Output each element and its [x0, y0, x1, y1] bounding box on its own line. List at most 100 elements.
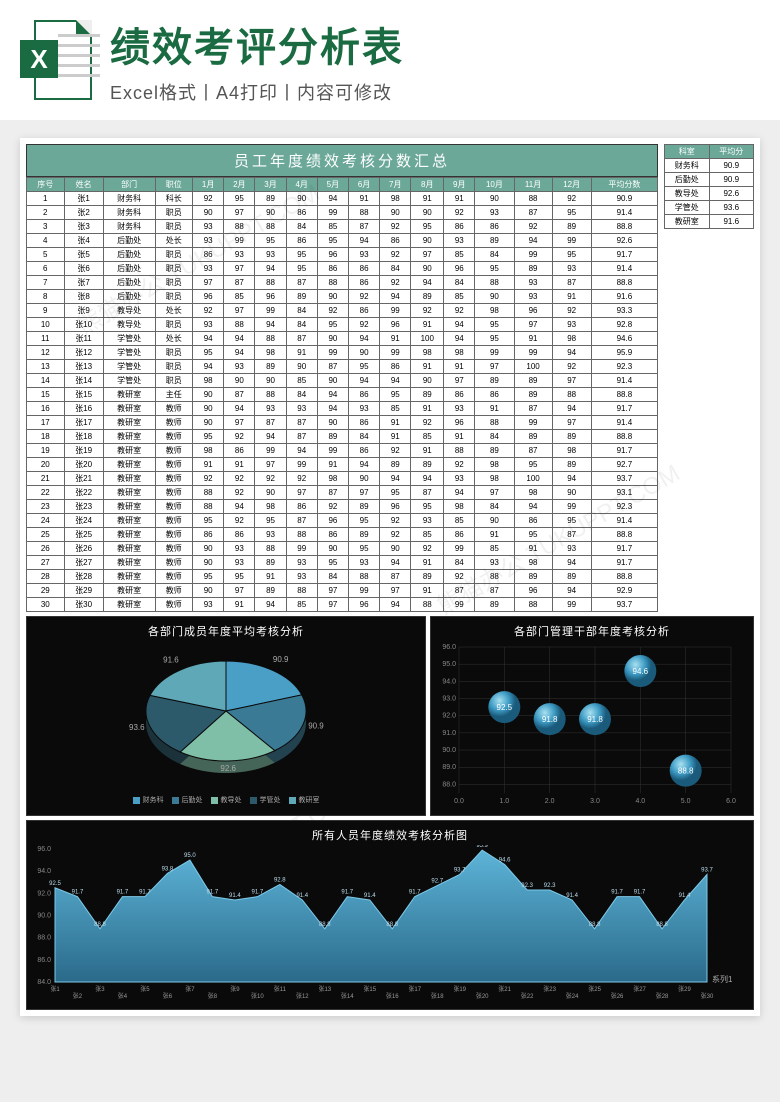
- svg-text:92.0: 92.0: [442, 713, 456, 720]
- table-row: 17张17教研室教师90978787908691929688999791.4: [27, 416, 658, 430]
- table-row: 28张28教研室教师95959193848887899288898988.8: [27, 570, 658, 584]
- table-row: 1张1财务科科长92958990949198919190889290.9: [27, 192, 658, 206]
- svg-text:91.4: 91.4: [364, 893, 376, 899]
- table-header: 姓名: [64, 178, 103, 192]
- table-header: 12月: [552, 178, 591, 192]
- table-header: 平均分数: [591, 178, 657, 192]
- svg-text:4.0: 4.0: [635, 798, 645, 805]
- svg-text:张26: 张26: [611, 992, 624, 1000]
- svg-text:0.0: 0.0: [454, 798, 464, 805]
- svg-text:张9: 张9: [230, 985, 240, 993]
- table-header: 7月: [380, 178, 411, 192]
- table-row: 21张21教研室教师929292929890949493981009493.7: [27, 472, 658, 486]
- table-row: 10张10教导处职员93889484959296919495979392.8: [27, 318, 658, 332]
- table-header: 5月: [317, 178, 348, 192]
- svg-text:张15: 张15: [363, 985, 376, 993]
- table-header: 6月: [348, 178, 379, 192]
- bubble-chart: 各部门管理干部年度考核分析 88.089.090.091.092.093.094…: [430, 616, 754, 816]
- spreadsheet-preview: 员工年度绩效考核分数汇总 序号姓名部门职位1月2月3月4月5月6月7月8月9月1…: [20, 138, 760, 1016]
- svg-text:张18: 张18: [431, 992, 444, 1000]
- svg-text:91.7: 91.7: [117, 890, 129, 896]
- table-row: 22张22教研室教师88929097879795879497989093.1: [27, 486, 658, 500]
- pie-chart-title: 各部门成员年度平均考核分析: [27, 617, 425, 641]
- svg-text:91.7: 91.7: [252, 890, 264, 896]
- excel-x-badge: X: [20, 40, 58, 78]
- table-row: 4张4后勤处处长93999586959486909389949992.6: [27, 234, 658, 248]
- main-data-table: 序号姓名部门职位1月2月3月4月5月6月7月8月9月10月11月12月平均分数 …: [26, 177, 658, 612]
- svg-text:91.7: 91.7: [409, 890, 421, 896]
- summary-table: 科室平均分 财务科90.9后勤处90.9教导处92.6学管处93.6教研室91.…: [664, 144, 754, 229]
- bubble-chart-title: 各部门管理干部年度考核分析: [431, 617, 753, 641]
- bubble-chart-svg: 88.089.090.091.092.093.094.095.096.00.01…: [431, 641, 753, 811]
- svg-text:张4: 张4: [118, 992, 128, 1000]
- svg-text:张25: 张25: [588, 985, 601, 993]
- svg-text:95.0: 95.0: [442, 661, 456, 668]
- svg-text:88.0: 88.0: [37, 935, 51, 942]
- svg-text:96.0: 96.0: [37, 846, 51, 853]
- table-row: 9张9教导处处长92979984928699929298969293.3: [27, 304, 658, 318]
- table-header: 11月: [514, 178, 552, 192]
- table-header: 部门: [103, 178, 155, 192]
- table-row: 8张8后勤处职员96859689909294898590939191.6: [27, 290, 658, 304]
- table-header: 职位: [155, 178, 193, 192]
- svg-text:91.8: 91.8: [587, 715, 603, 724]
- svg-text:张29: 张29: [678, 985, 691, 993]
- table-header: 1月: [193, 178, 224, 192]
- svg-text:92.5: 92.5: [497, 703, 513, 712]
- svg-text:张5: 张5: [140, 985, 150, 993]
- summary-row: 教导处92.6: [665, 187, 754, 201]
- svg-text:95.9: 95.9: [476, 845, 488, 849]
- table-row: 24张24教研室教师95929587969592938590869591.4: [27, 514, 658, 528]
- svg-text:88.8: 88.8: [656, 922, 668, 928]
- svg-text:92.8: 92.8: [274, 877, 286, 883]
- svg-text:92.7: 92.7: [431, 879, 443, 885]
- table-row: 5张5后勤处职员86939395969392978584999591.7: [27, 248, 658, 262]
- table-row: 11张11学管处处长949488879094911009495919894.6: [27, 332, 658, 346]
- table-header: 10月: [475, 178, 514, 192]
- table-title: 员工年度绩效考核分数汇总: [26, 144, 658, 177]
- svg-text:91.8: 91.8: [542, 715, 558, 724]
- pie-chart: 各部门成员年度平均考核分析 90.990.992.693.691.6 财务科后勤…: [26, 616, 426, 816]
- table-row: 20张20教研室教师91919799919489899298958992.7: [27, 458, 658, 472]
- svg-text:张20: 张20: [476, 992, 489, 1000]
- svg-text:张7: 张7: [185, 985, 195, 993]
- svg-text:1.0: 1.0: [499, 798, 509, 805]
- table-row: 29张29教研室教师90978988979997918787969492.9: [27, 584, 658, 598]
- summary-row: 教研室91.6: [665, 215, 754, 229]
- table-row: 25张25教研室教师86869388868992858691958788.8: [27, 528, 658, 542]
- svg-text:张3: 张3: [95, 985, 105, 993]
- svg-text:张2: 张2: [73, 992, 83, 1000]
- svg-text:91.7: 91.7: [207, 890, 219, 896]
- svg-text:94.0: 94.0: [37, 868, 51, 875]
- pie-chart-svg: 90.990.992.693.691.6: [106, 641, 346, 791]
- svg-text:91.4: 91.4: [679, 893, 691, 899]
- svg-text:2.0: 2.0: [545, 798, 555, 805]
- svg-text:84.0: 84.0: [37, 979, 51, 986]
- table-header: 8月: [411, 178, 444, 192]
- svg-text:张24: 张24: [566, 992, 579, 1000]
- svg-text:张22: 张22: [521, 992, 534, 1000]
- page-subtitle: Excel格式丨A4打印丨内容可修改: [110, 79, 760, 105]
- table-row: 23张23教研室教师88949886928996959884949992.3: [27, 500, 658, 514]
- svg-text:92.3: 92.3: [544, 883, 556, 889]
- svg-text:张14: 张14: [341, 992, 354, 1000]
- svg-text:3.0: 3.0: [590, 798, 600, 805]
- svg-text:张6: 张6: [163, 992, 173, 1000]
- table-header: 序号: [27, 178, 65, 192]
- svg-text:92.0: 92.0: [37, 890, 51, 897]
- svg-text:88.8: 88.8: [386, 922, 398, 928]
- summary-header: 科室: [665, 145, 710, 159]
- area-chart-svg: 84.086.088.090.092.094.096.092.5张191.7张2…: [27, 845, 753, 1010]
- table-row: 26张26教研室教师90938899909590929985919391.7: [27, 542, 658, 556]
- top-banner: X 绩效考评分析表 Excel格式丨A4打印丨内容可修改: [0, 0, 780, 120]
- svg-text:88.8: 88.8: [589, 922, 601, 928]
- table-row: 6张6后勤处职员93979495868684909695899391.4: [27, 262, 658, 276]
- svg-text:90.9: 90.9: [273, 655, 289, 664]
- table-row: 16张16教研室教师90949393949385919391879491.7: [27, 402, 658, 416]
- svg-text:5.0: 5.0: [681, 798, 691, 805]
- table-row: 19张19教研室教师98869994998692918889879891.7: [27, 444, 658, 458]
- svg-text:张1: 张1: [50, 985, 60, 993]
- svg-text:94.6: 94.6: [633, 667, 649, 676]
- svg-text:92.6: 92.6: [220, 764, 236, 773]
- table-row: 15张15教研室主任90878884948695898686898888.8: [27, 388, 658, 402]
